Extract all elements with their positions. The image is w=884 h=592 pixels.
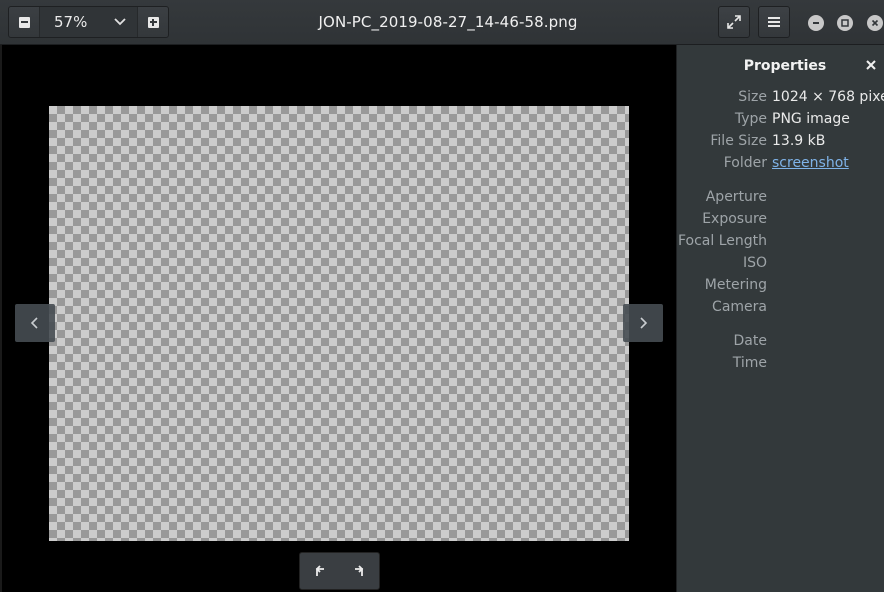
property-size: Size 1024 × 768 pixels <box>677 89 884 111</box>
property-value: PNG image <box>772 111 850 127</box>
properties-sidebar: Properties Size 1024 × 768 pixels Type P… <box>676 45 884 592</box>
property-value: 1024 × 768 pixels <box>772 89 884 105</box>
plus-icon <box>147 16 159 28</box>
property-focal-length: Focal Length <box>677 233 884 255</box>
zoom-level-value: 57% <box>54 13 88 31</box>
close-window-button[interactable] <box>867 15 883 31</box>
close-sidebar-icon[interactable] <box>864 58 878 72</box>
header-bar: 57% JON-PC_2019-08-27_14-46-58.png <box>0 0 884 45</box>
property-camera: Camera <box>677 299 884 321</box>
property-file-size: File Size 13.9 kB <box>677 133 884 155</box>
next-image-button[interactable] <box>623 304 663 342</box>
chevron-down-icon <box>114 18 126 26</box>
property-label: Date <box>733 333 767 349</box>
rotate-right-button[interactable] <box>340 553 380 589</box>
zoom-control: 57% <box>8 6 169 38</box>
property-label: Aperture <box>705 189 767 205</box>
maximize-button[interactable] <box>837 15 853 31</box>
rotate-right-icon <box>355 565 364 576</box>
property-label: Folder <box>723 155 767 171</box>
rotate-left-button[interactable] <box>300 553 340 589</box>
property-label: File Size <box>710 133 767 149</box>
property-label: Size <box>738 89 767 105</box>
chevron-right-icon <box>640 317 648 329</box>
property-value: 13.9 kB <box>772 133 826 149</box>
rotate-left-icon <box>315 565 324 576</box>
property-type: Type PNG image <box>677 111 884 133</box>
minus-icon <box>18 16 30 28</box>
property-label: Type <box>734 111 767 127</box>
fullscreen-icon <box>727 15 741 29</box>
fullscreen-button[interactable] <box>718 6 750 38</box>
chevron-left-icon <box>30 317 38 329</box>
zoom-out-button[interactable] <box>9 7 39 37</box>
minimize-button[interactable] <box>808 15 824 31</box>
maximize-icon <box>841 19 849 27</box>
property-metering: Metering <box>677 277 884 299</box>
property-label: Time <box>732 355 767 371</box>
previous-image-button[interactable] <box>15 304 55 342</box>
image-canvas-transparent <box>49 106 629 541</box>
menu-button[interactable] <box>758 6 790 38</box>
window-title: JON-PC_2019-08-27_14-46-58.png <box>318 13 578 31</box>
property-label: Focal Length <box>677 233 767 249</box>
property-time: Time <box>677 355 884 377</box>
zoom-level-dropdown[interactable]: 57% <box>39 7 138 37</box>
property-iso: ISO <box>677 255 884 277</box>
sidebar-title: Properties <box>743 58 827 74</box>
property-label: Camera <box>712 299 767 315</box>
rotate-controls <box>299 552 380 590</box>
close-icon <box>871 19 879 27</box>
property-aperture: Aperture <box>677 189 884 211</box>
zoom-in-button[interactable] <box>138 7 168 37</box>
property-date: Date <box>677 333 884 355</box>
property-label: Exposure <box>702 211 767 227</box>
property-label: ISO <box>742 255 767 271</box>
minimize-icon <box>813 22 819 24</box>
hamburger-menu-icon <box>768 17 780 27</box>
property-folder: Folder screenshot <box>677 155 884 177</box>
property-exposure: Exposure <box>677 211 884 233</box>
folder-link[interactable]: screenshot <box>772 155 849 171</box>
property-label: Metering <box>704 277 767 293</box>
